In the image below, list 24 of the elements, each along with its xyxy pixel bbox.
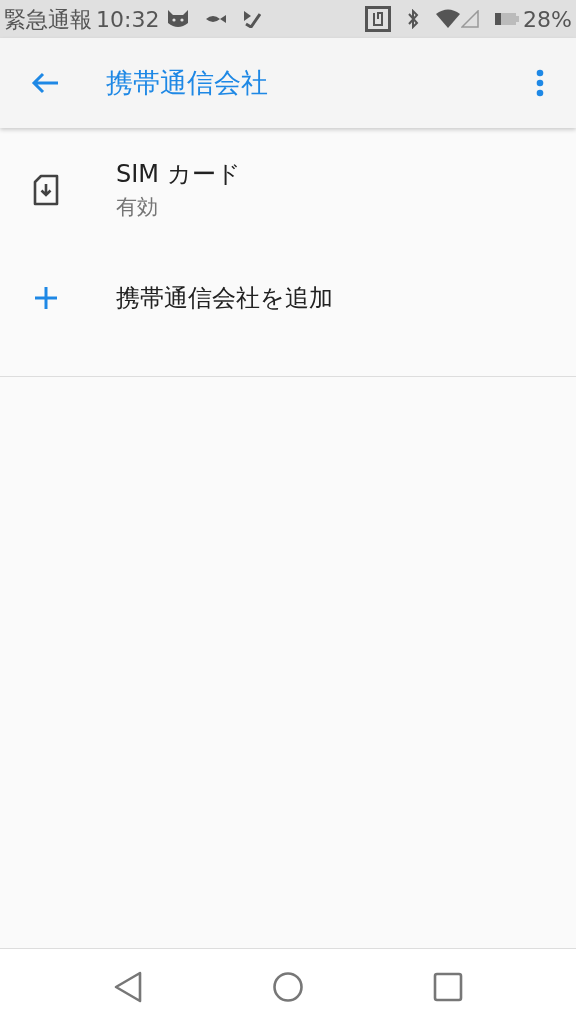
screen-title: 携帯通信会社 xyxy=(106,65,269,100)
more-options-icon xyxy=(536,69,544,97)
battery-percentage: 28% xyxy=(523,5,572,34)
fish-icon xyxy=(205,13,228,25)
triangle-icon xyxy=(113,970,143,1003)
cat-icon xyxy=(167,9,190,29)
battery-icon xyxy=(495,12,520,26)
bluetooth-icon xyxy=(407,9,420,29)
status-text: 緊急通報 xyxy=(4,5,92,34)
nfc-icon xyxy=(365,6,392,32)
back-arrow-icon xyxy=(30,71,60,95)
item-status: 有効 xyxy=(116,194,159,222)
square-icon xyxy=(433,971,463,1002)
list-item[interactable]: SIM カード 有効 xyxy=(0,136,576,244)
clock: 10:32 xyxy=(96,5,160,34)
item-title: 携帯通信会社を追加 xyxy=(116,283,333,314)
plus-icon xyxy=(35,287,57,309)
list-item[interactable]: 携帯通信会社を追加 xyxy=(0,244,576,352)
circle-icon xyxy=(272,970,304,1003)
item-title: SIM カード xyxy=(116,159,241,191)
sim-card-icon xyxy=(33,174,59,206)
check-icon xyxy=(243,10,262,28)
signal-icon xyxy=(461,10,480,28)
wifi-icon xyxy=(435,9,462,29)
